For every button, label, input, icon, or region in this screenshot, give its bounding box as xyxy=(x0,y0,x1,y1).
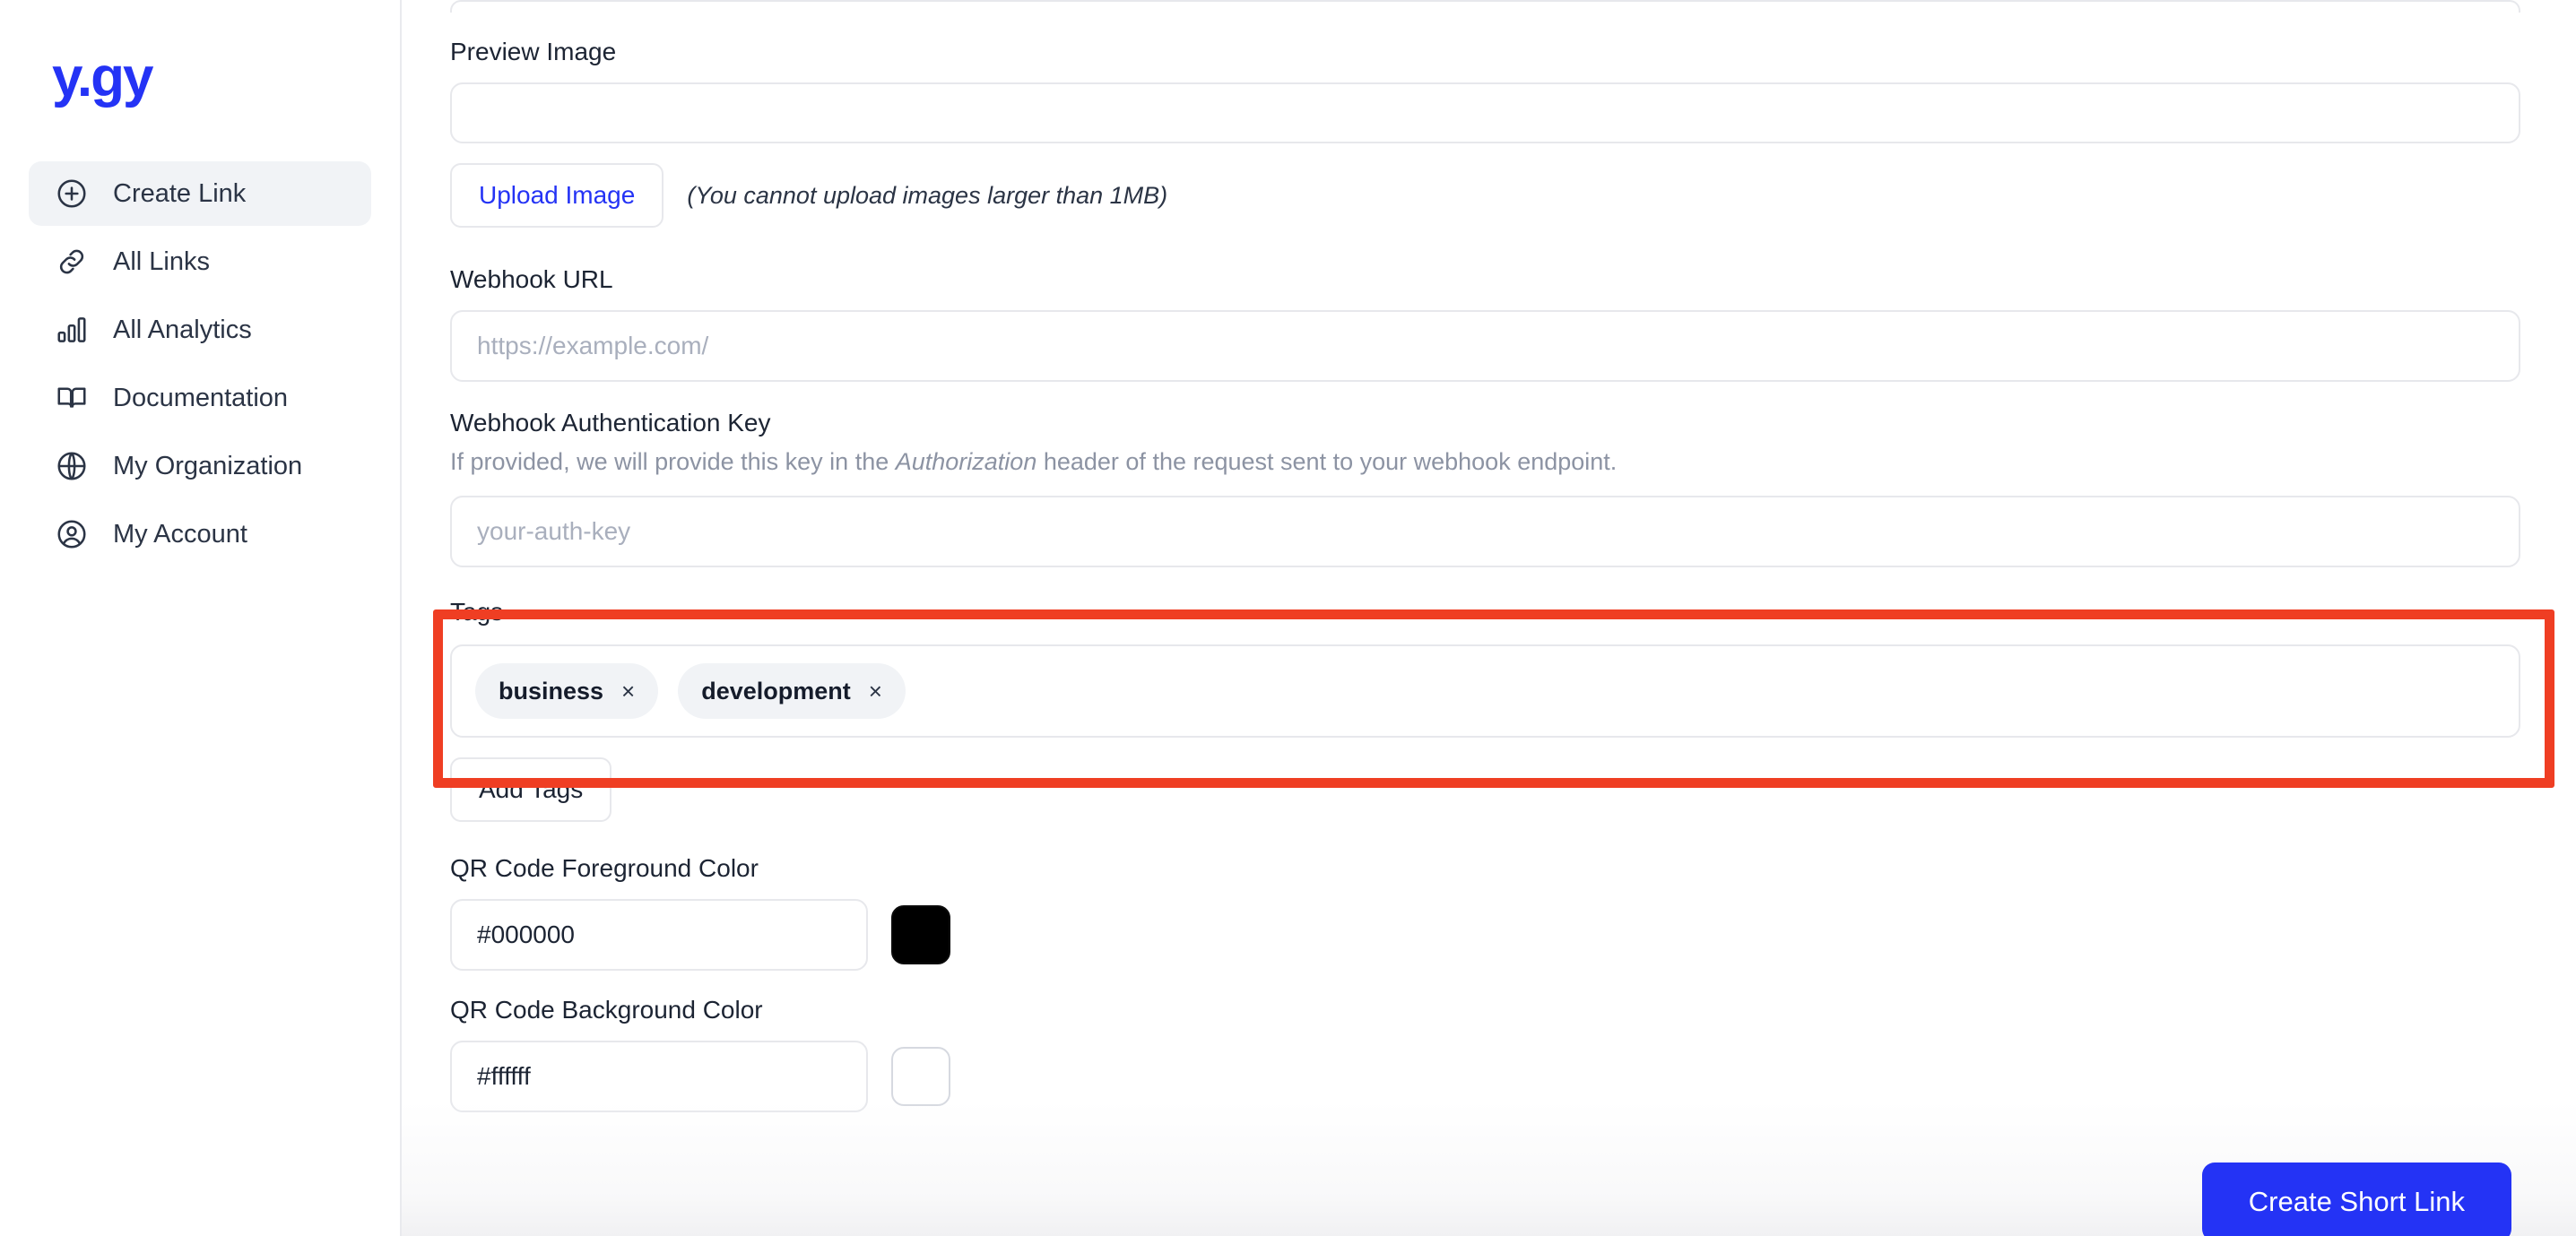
add-tags-button[interactable]: Add Tags xyxy=(450,757,612,823)
app-root: y.gy Create Link All Links All Analytics… xyxy=(0,0,2576,1236)
sidebar-item-documentation[interactable]: Documentation xyxy=(29,366,371,430)
tag-chip[interactable]: business × xyxy=(475,663,659,720)
globe-icon xyxy=(54,448,90,484)
main-content: Preview Image Upload Image (You cannot u… xyxy=(402,0,2576,1236)
qr-background-color-input[interactable]: #ffffff xyxy=(450,1041,868,1113)
sidebar-item-label: All Analytics xyxy=(113,315,252,344)
qr-background-color-swatch[interactable] xyxy=(891,1047,950,1107)
tag-chip-label: business xyxy=(499,677,604,704)
upload-image-row: Upload Image (You cannot upload images l… xyxy=(450,163,2520,228)
hint-part-2: header of the request sent to your webho… xyxy=(1036,448,1618,475)
link-icon xyxy=(54,244,90,280)
hint-part-1: If provided, we will provide this key in… xyxy=(450,448,896,475)
qr-foreground-color-field: QR Code Foreground Color #000000 xyxy=(441,854,2529,972)
webhook-auth-key-label: Webhook Authentication Key xyxy=(450,409,771,436)
qr-foreground-color-row: #000000 xyxy=(450,899,2520,972)
qr-background-color-label: QR Code Background Color xyxy=(450,996,763,1024)
sidebar-item-label: All Links xyxy=(113,246,210,276)
webhook-url-label: Webhook URL xyxy=(450,265,613,293)
preview-image-label: Preview Image xyxy=(450,38,617,65)
webhook-auth-key-input[interactable]: your-auth-key xyxy=(450,496,2520,568)
upload-image-note: (You cannot upload images larger than 1M… xyxy=(687,181,1168,209)
tag-chip[interactable]: development × xyxy=(678,663,906,720)
qr-background-color-row: #ffffff xyxy=(450,1041,2520,1113)
hint-italic-authorization: Authorization xyxy=(895,448,1037,475)
sidebar-item-all-analytics[interactable]: All Analytics xyxy=(29,298,371,362)
preview-image-dropzone[interactable] xyxy=(450,82,2520,143)
create-short-link-button[interactable]: Create Short Link xyxy=(2201,1163,2511,1236)
sidebar-item-label: Documentation xyxy=(113,383,289,412)
webhook-url-field: Webhook URL https://example.com/ xyxy=(441,267,2529,382)
sidebar-item-my-organization[interactable]: My Organization xyxy=(29,434,371,498)
webhook-auth-key-field: Webhook Authentication Key If provided, … xyxy=(441,409,2529,568)
tags-label: Tags xyxy=(450,598,504,627)
tags-input[interactable]: business × development × xyxy=(450,644,2520,739)
remove-tag-icon[interactable]: × xyxy=(869,679,882,703)
previous-field-cutoff[interactable] xyxy=(450,0,2520,13)
preview-image-field: Preview Image Upload Image (You cannot u… xyxy=(441,39,2529,228)
sidebar-nav: Create Link All Links All Analytics Docu… xyxy=(0,161,400,566)
qr-foreground-color-label: QR Code Foreground Color xyxy=(450,854,759,883)
sidebar-item-label: My Organization xyxy=(113,451,303,480)
sidebar-item-label: My Account xyxy=(113,519,247,549)
create-link-form: Preview Image Upload Image (You cannot u… xyxy=(441,0,2529,1113)
bar-chart-icon xyxy=(54,312,90,348)
brand-logo[interactable]: y.gy xyxy=(0,36,400,106)
qr-foreground-color-input[interactable]: #000000 xyxy=(450,899,868,972)
upload-image-button[interactable]: Upload Image xyxy=(450,163,664,228)
book-icon xyxy=(54,380,90,416)
qr-foreground-color-swatch[interactable] xyxy=(891,905,950,965)
sidebar-item-all-links[interactable]: All Links xyxy=(29,229,371,294)
sidebar-item-my-account[interactable]: My Account xyxy=(29,502,371,566)
webhook-url-input[interactable]: https://example.com/ xyxy=(450,310,2520,382)
sidebar-item-label: Create Link xyxy=(113,178,247,208)
user-circle-icon xyxy=(54,516,90,552)
remove-tag-icon[interactable]: × xyxy=(621,679,635,703)
sidebar: y.gy Create Link All Links All Analytics… xyxy=(0,0,402,1236)
webhook-auth-key-hint: If provided, we will provide this key in… xyxy=(450,445,2520,478)
qr-background-color-field: QR Code Background Color #ffffff xyxy=(441,996,2529,1113)
sidebar-item-create-link[interactable]: Create Link xyxy=(29,161,371,226)
plus-circle-icon xyxy=(54,176,90,212)
tag-chip-label: development xyxy=(701,677,851,704)
tags-section: Tags business × development × Add Tags xyxy=(441,598,2529,823)
